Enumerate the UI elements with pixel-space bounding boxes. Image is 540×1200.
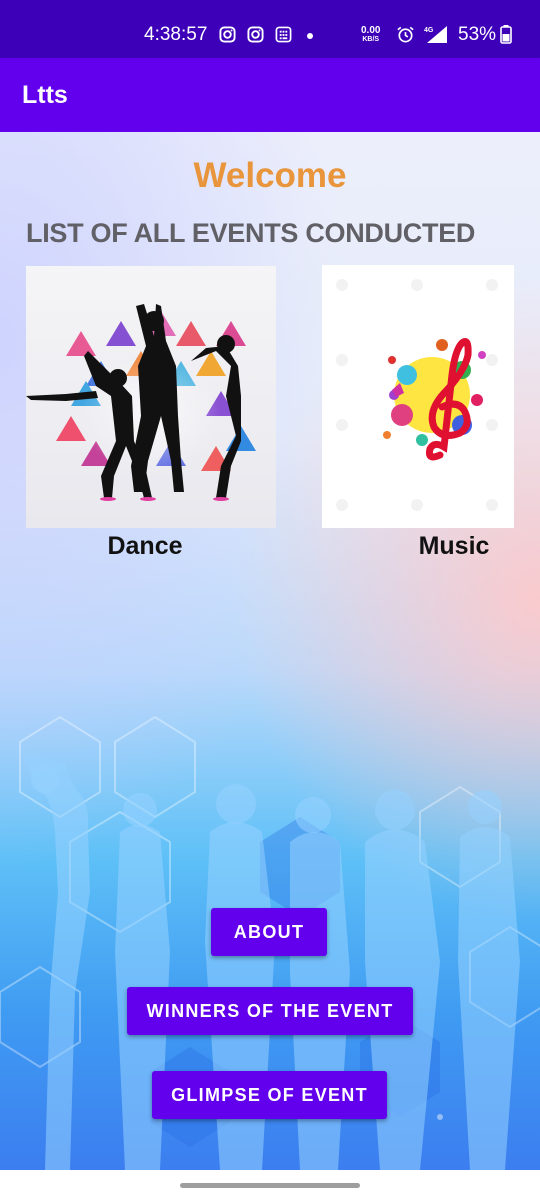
network-speed-unit: KB/S xyxy=(362,36,380,43)
dance-illustration xyxy=(26,304,256,501)
signal-icon: 4G xyxy=(424,26,447,43)
instagram-icon xyxy=(219,26,236,43)
calculator-icon xyxy=(275,26,292,43)
app-bar: Ltts xyxy=(0,58,540,132)
instagram-icon xyxy=(247,26,264,43)
battery-percent: 53% xyxy=(458,24,497,45)
music-event-label: Music xyxy=(418,532,490,560)
dance-event-label: Dance xyxy=(107,532,183,560)
about-button[interactable]: ABOUT xyxy=(211,908,327,956)
welcome-heading: Welcome xyxy=(193,156,347,195)
glimpse-of-event-button[interactable]: GLIMPSE OF EVENT xyxy=(152,1071,387,1119)
network-speed: 0.00 KB/S xyxy=(361,26,380,44)
status-time: 4:38:57 xyxy=(144,24,208,45)
main-content[interactable]: Welcome LIST OF ALL EVENTS CONDUCTED Dan… xyxy=(0,132,540,1170)
battery-icon xyxy=(500,25,512,44)
dance-event-image[interactable] xyxy=(26,266,276,528)
network-type: 4G xyxy=(424,27,434,34)
app-title: Ltts xyxy=(22,81,68,109)
alarm-icon xyxy=(397,26,414,43)
winners-of-the-event-button[interactable]: WINNERS OF THE EVENT xyxy=(127,987,413,1035)
gesture-handle[interactable] xyxy=(180,1183,360,1188)
music-illustration xyxy=(336,279,498,511)
navigation-bar xyxy=(0,1170,540,1200)
notification-dot xyxy=(307,33,313,39)
events-list-heading: LIST OF ALL EVENTS CONDUCTED xyxy=(26,218,476,248)
status-bar: 4:38:57 0.00 KB/S 4G 53% xyxy=(0,0,540,58)
music-event-image[interactable] xyxy=(322,265,514,528)
